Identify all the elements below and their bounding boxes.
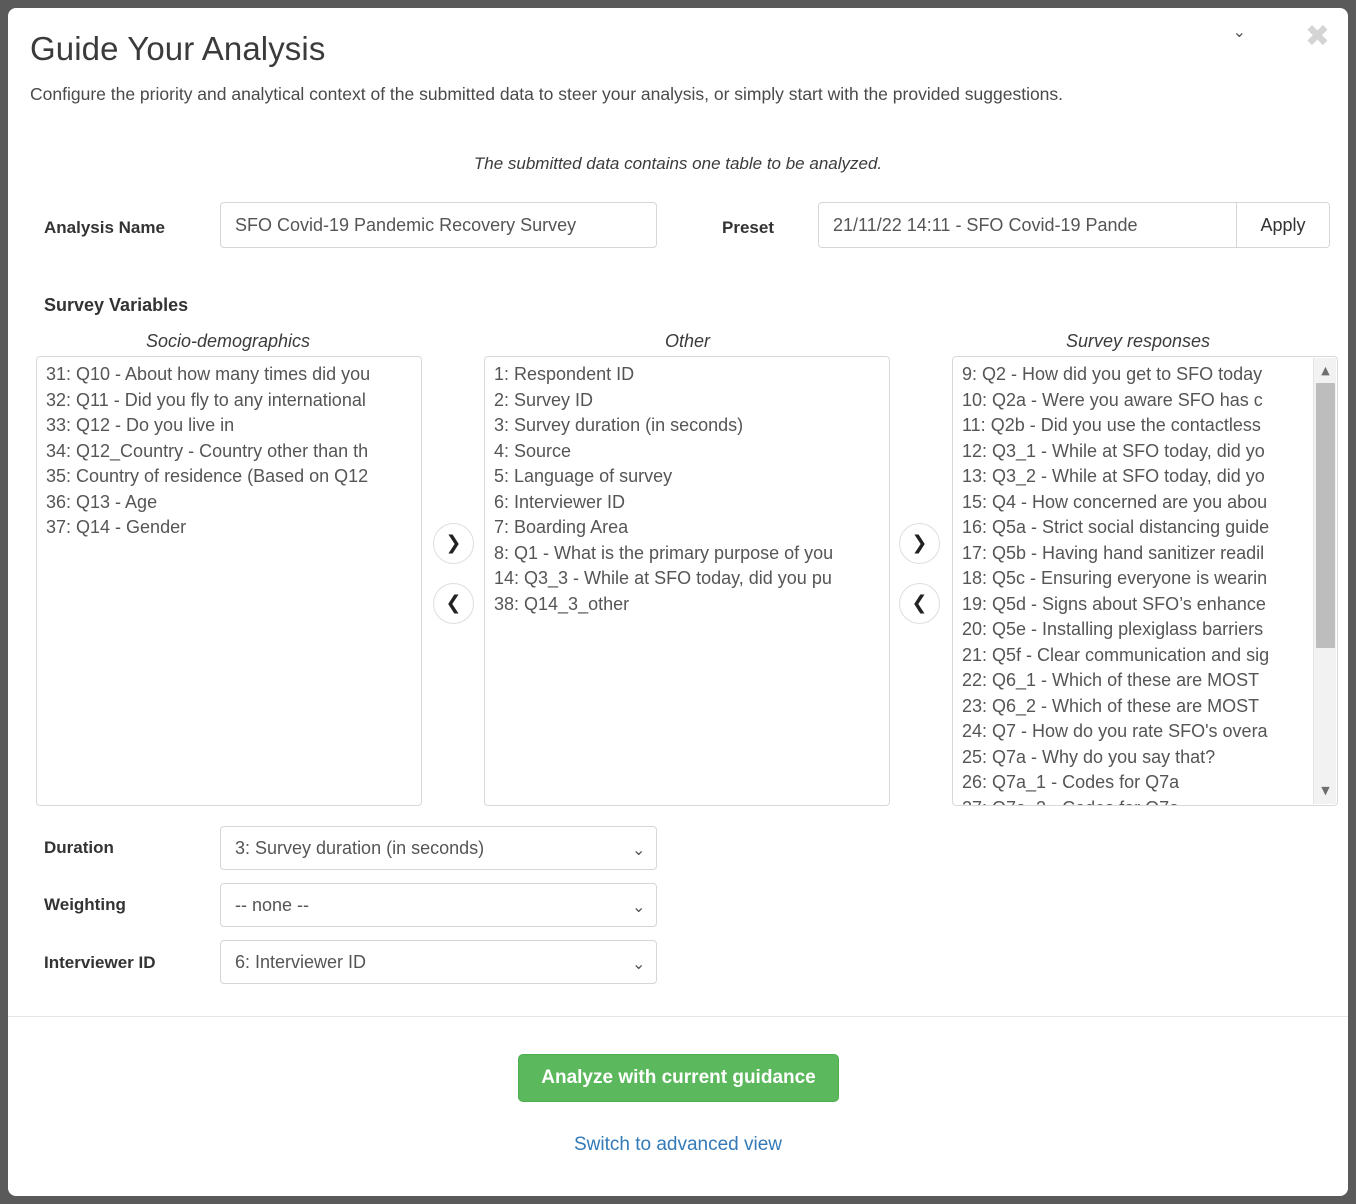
list-item[interactable]: 2: Survey ID [485,388,889,414]
listbox-other[interactable]: 1: Respondent ID 2: Survey ID 3: Survey du… [484,356,890,806]
list-item[interactable]: 10: Q2a - Were you aware SFO has c [953,388,1311,414]
scrollbar-thumb[interactable] [1316,383,1335,648]
list-item[interactable]: 20: Q5e - Installing plexiglass barriers [953,617,1311,643]
list-item[interactable]: 26: Q7a_1 - Codes for Q7a [953,770,1311,796]
weighting-label: Weighting [44,895,126,914]
list-item[interactable]: 32: Q11 - Did you fly to any internation… [37,388,421,414]
list-item[interactable]: 14: Q3_3 - While at SFO today, did you p… [485,566,889,592]
apply-button[interactable]: Apply [1237,203,1329,247]
move-right-button-2[interactable]: ❯ [899,523,940,564]
preset-control-group: 21/11/22 14:11 - SFO Covid-19 Pande Appl… [818,202,1330,248]
preset-label: Preset [722,218,774,237]
list-item[interactable]: 17: Q5b - Having hand sanitizer readil [953,541,1311,567]
list-item[interactable]: 33: Q12 - Do you live in [37,413,421,439]
scroll-down-icon[interactable]: ▼ [1314,780,1337,802]
move-left-button-1[interactable]: ❮ [433,583,474,624]
preset-select[interactable]: 21/11/22 14:11 - SFO Covid-19 Pande [819,203,1237,247]
list-item[interactable]: 11: Q2b - Did you use the contactless [953,413,1311,439]
list-item[interactable]: 16: Q5a - Strict social distancing guide [953,515,1311,541]
list-item[interactable]: 22: Q6_1 - Which of these are MOST [953,668,1311,694]
list-item[interactable]: 23: Q6_2 - Which of these are MOST [953,694,1311,720]
guide-your-analysis-dialog: ✖ Guide Your Analysis Configure the prio… [8,8,1348,1196]
interviewer-id-select[interactable]: 6: Interviewer ID [220,940,657,984]
list-item[interactable]: 15: Q4 - How concerned are you abou [953,490,1311,516]
list-item[interactable]: 12: Q3_1 - While at SFO today, did yo [953,439,1311,465]
analysis-name-input[interactable] [220,202,657,248]
list-item[interactable]: 6: Interviewer ID [485,490,889,516]
list-item[interactable]: 13: Q3_2 - While at SFO today, did yo [953,464,1311,490]
list-item[interactable]: 21: Q5f - Clear communication and sig [953,643,1311,669]
column-title-survey-responses: Survey responses [1065,331,1211,351]
list-item[interactable]: 3: Survey duration (in seconds) [485,413,889,439]
footer-divider [8,1016,1348,1017]
listbox-items: 9: Q2 - How did you get to SFO today 10: … [953,357,1337,805]
listbox-items: 31: Q10 - About how many times did you 32… [37,357,421,805]
list-item[interactable]: 4: Source [485,439,889,465]
list-item[interactable]: 8: Q1 - What is the primary purpose of y… [485,541,889,567]
column-title-other: Other [664,331,711,351]
listbox-scrollbar[interactable]: ▲ ▼ [1313,358,1336,804]
dialog-subtitle: Configure the priority and analytical co… [30,84,1064,104]
list-item[interactable]: 34: Q12_Country - Country other than th [37,439,421,465]
interviewer-id-label: Interviewer ID [44,953,156,972]
page-title: Guide Your Analysis [30,30,326,67]
close-icon[interactable]: ✖ [1305,22,1330,52]
list-item[interactable]: 31: Q10 - About how many times did you [37,362,421,388]
list-item[interactable]: 5: Language of survey [485,464,889,490]
list-item[interactable]: 25: Q7a - Why do you say that? [953,745,1311,771]
list-item[interactable]: 27: Q7a_2 - Codes for Q7a [953,796,1311,806]
weighting-select[interactable]: -- none -- [220,883,657,927]
list-item[interactable]: 9: Q2 - How did you get to SFO today [953,362,1311,388]
scroll-up-icon[interactable]: ▲ [1314,360,1337,382]
chevron-down-icon: ⌄ [1232,24,1246,41]
move-right-button-1[interactable]: ❯ [433,523,474,564]
list-item[interactable]: 1: Respondent ID [485,362,889,388]
list-item[interactable]: 19: Q5d - Signs about SFO’s enhance [953,592,1311,618]
survey-variables-heading: Survey Variables [44,295,189,315]
duration-label: Duration [44,838,114,857]
list-item[interactable]: 36: Q13 - Age [37,490,421,516]
move-left-button-2[interactable]: ❮ [899,583,940,624]
list-item[interactable]: 37: Q14 - Gender [37,515,421,541]
listbox-survey-responses[interactable]: 9: Q2 - How did you get to SFO today 10: … [952,356,1338,806]
list-item[interactable]: 24: Q7 - How do you rate SFO's overa [953,719,1311,745]
list-item[interactable]: 35: Country of residence (Based on Q12 [37,464,421,490]
list-item[interactable]: 7: Boarding Area [485,515,889,541]
list-item[interactable]: 18: Q5c - Ensuring everyone is wearin [953,566,1311,592]
listbox-socio-demographics[interactable]: 31: Q10 - About how many times did you 32… [36,356,422,806]
column-title-socio-demographics: Socio-demographics [145,331,311,351]
analyze-button[interactable]: Analyze with current guidance [518,1054,839,1102]
duration-select[interactable]: 3: Survey duration (in seconds) [220,826,657,870]
table-note: The submitted data contains one table to… [473,154,883,173]
list-item[interactable]: 38: Q14_3_other [485,592,889,618]
listbox-items: 1: Respondent ID 2: Survey ID 3: Survey du… [485,357,889,805]
analysis-name-label: Analysis Name [44,218,165,237]
switch-to-advanced-view-link[interactable]: Switch to advanced view [8,1134,1348,1156]
